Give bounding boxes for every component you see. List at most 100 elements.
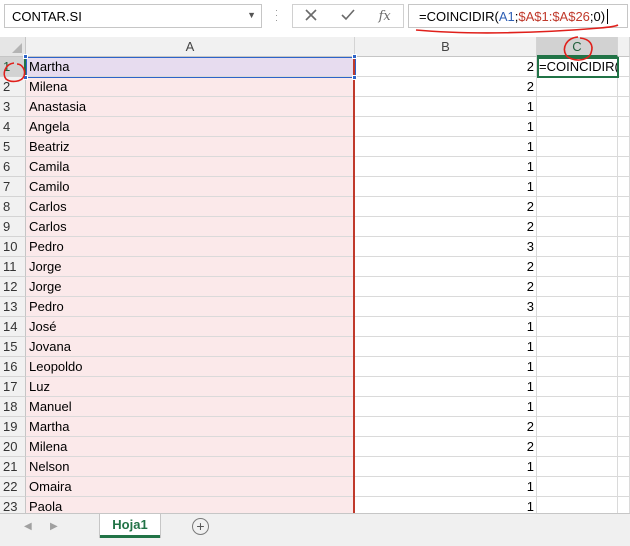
- cell-name[interactable]: Milena: [26, 437, 355, 457]
- cell-empty[interactable]: [537, 117, 618, 137]
- cell-empty[interactable]: [618, 417, 630, 437]
- cell-empty[interactable]: [537, 437, 618, 457]
- row-header[interactable]: 20: [0, 437, 26, 457]
- cell-name[interactable]: Leopoldo: [26, 357, 355, 377]
- cell-empty[interactable]: [537, 177, 618, 197]
- row-header[interactable]: 1: [0, 57, 26, 77]
- scroll-left-icon[interactable]: ◀: [24, 521, 32, 532]
- row-header[interactable]: 5: [0, 137, 26, 157]
- cell-name[interactable]: Paola: [26, 497, 355, 513]
- row-header[interactable]: 6: [0, 157, 26, 177]
- cell-name[interactable]: Pedro: [26, 237, 355, 257]
- cell-count[interactable]: 2: [355, 77, 537, 97]
- cell-empty[interactable]: [537, 417, 618, 437]
- cell-name[interactable]: Jovana: [26, 337, 355, 357]
- cell-name[interactable]: José: [26, 317, 355, 337]
- cell-count[interactable]: 1: [355, 177, 537, 197]
- cell-empty[interactable]: [537, 457, 618, 477]
- cell-name[interactable]: Carlos: [26, 217, 355, 237]
- row-header[interactable]: 13: [0, 297, 26, 317]
- row-header[interactable]: 4: [0, 117, 26, 137]
- cell-count[interactable]: 1: [355, 477, 537, 497]
- row-header[interactable]: 14: [0, 317, 26, 337]
- insert-function-button[interactable]: fx: [370, 9, 400, 24]
- cell-empty[interactable]: [537, 97, 618, 117]
- cell-empty[interactable]: [618, 257, 630, 277]
- cell-count[interactable]: 1: [355, 317, 537, 337]
- cell-empty[interactable]: [618, 377, 630, 397]
- cell-count[interactable]: 1: [355, 497, 537, 513]
- cell-count[interactable]: 2: [355, 437, 537, 457]
- row-header[interactable]: 16: [0, 357, 26, 377]
- row-header[interactable]: 11: [0, 257, 26, 277]
- range-handle[interactable]: [23, 75, 28, 80]
- cell-count[interactable]: 2: [355, 257, 537, 277]
- cell-name[interactable]: Camilo: [26, 177, 355, 197]
- cell-empty[interactable]: [537, 337, 618, 357]
- cell-empty[interactable]: [618, 297, 630, 317]
- cell-empty[interactable]: [618, 397, 630, 417]
- cell-empty[interactable]: [618, 137, 630, 157]
- cell-count[interactable]: 1: [355, 97, 537, 117]
- cell-count[interactable]: 1: [355, 377, 537, 397]
- cell-empty[interactable]: [537, 317, 618, 337]
- sheet-tab-hoja1[interactable]: Hoja1: [100, 514, 160, 538]
- row-header[interactable]: 10: [0, 237, 26, 257]
- cell-empty[interactable]: [618, 237, 630, 257]
- cell-empty[interactable]: [618, 357, 630, 377]
- cell-empty[interactable]: [618, 57, 630, 77]
- cell-count[interactable]: 3: [355, 237, 537, 257]
- row-header[interactable]: 8: [0, 197, 26, 217]
- range-handle[interactable]: [352, 54, 357, 59]
- cell-name[interactable]: Nelson: [26, 457, 355, 477]
- cell-empty[interactable]: [618, 157, 630, 177]
- range-handle[interactable]: [352, 75, 357, 80]
- scroll-right-icon[interactable]: ▶: [50, 521, 58, 532]
- cell-name[interactable]: Angela: [26, 117, 355, 137]
- cell-name[interactable]: Anastasia: [26, 97, 355, 117]
- add-sheet-icon[interactable]: +: [192, 518, 209, 535]
- cell-name[interactable]: Jorge: [26, 257, 355, 277]
- cell-count[interactable]: 1: [355, 157, 537, 177]
- cell-count[interactable]: 2: [355, 277, 537, 297]
- cell-count[interactable]: 2: [355, 57, 537, 77]
- cell-count[interactable]: 1: [355, 117, 537, 137]
- cell-count[interactable]: 1: [355, 337, 537, 357]
- cell-count[interactable]: 1: [355, 397, 537, 417]
- cell-count[interactable]: 1: [355, 457, 537, 477]
- cell-empty[interactable]: [537, 137, 618, 157]
- cell-count[interactable]: 2: [355, 217, 537, 237]
- cell-name[interactable]: Martha: [26, 417, 355, 437]
- worksheet-grid[interactable]: A B C 1 Martha 2 =COINCIDIR(2 Milena 2 3 Anasta…: [0, 37, 630, 513]
- cell-empty[interactable]: [537, 197, 618, 217]
- chevron-down-icon[interactable]: ▼: [247, 10, 256, 20]
- cell-empty[interactable]: [618, 217, 630, 237]
- cell-name[interactable]: Carlos: [26, 197, 355, 217]
- cell-empty[interactable]: [537, 377, 618, 397]
- cell-empty[interactable]: [618, 197, 630, 217]
- row-header[interactable]: 15: [0, 337, 26, 357]
- active-cell-c1[interactable]: [537, 57, 619, 78]
- column-header-b[interactable]: B: [355, 37, 537, 57]
- name-box[interactable]: CONTAR.SI ▼: [4, 4, 262, 28]
- cell-empty[interactable]: [618, 457, 630, 477]
- cell-empty[interactable]: [537, 297, 618, 317]
- cell-empty[interactable]: [618, 117, 630, 137]
- column-header-d[interactable]: [618, 37, 630, 57]
- cell-count[interactable]: 1: [355, 137, 537, 157]
- cell-name[interactable]: Jorge: [26, 277, 355, 297]
- cell-count[interactable]: 2: [355, 417, 537, 437]
- cancel-icon[interactable]: [296, 8, 326, 24]
- cell-empty[interactable]: [618, 477, 630, 497]
- cell-empty[interactable]: [618, 97, 630, 117]
- cell-count[interactable]: 3: [355, 297, 537, 317]
- row-header[interactable]: 22: [0, 477, 26, 497]
- row-header[interactable]: 21: [0, 457, 26, 477]
- cell-empty[interactable]: [618, 497, 630, 513]
- row-header[interactable]: 12: [0, 277, 26, 297]
- cell-empty[interactable]: [618, 437, 630, 457]
- row-header[interactable]: 7: [0, 177, 26, 197]
- cell-empty[interactable]: [537, 237, 618, 257]
- cell-empty[interactable]: [618, 77, 630, 97]
- cell-name[interactable]: Manuel: [26, 397, 355, 417]
